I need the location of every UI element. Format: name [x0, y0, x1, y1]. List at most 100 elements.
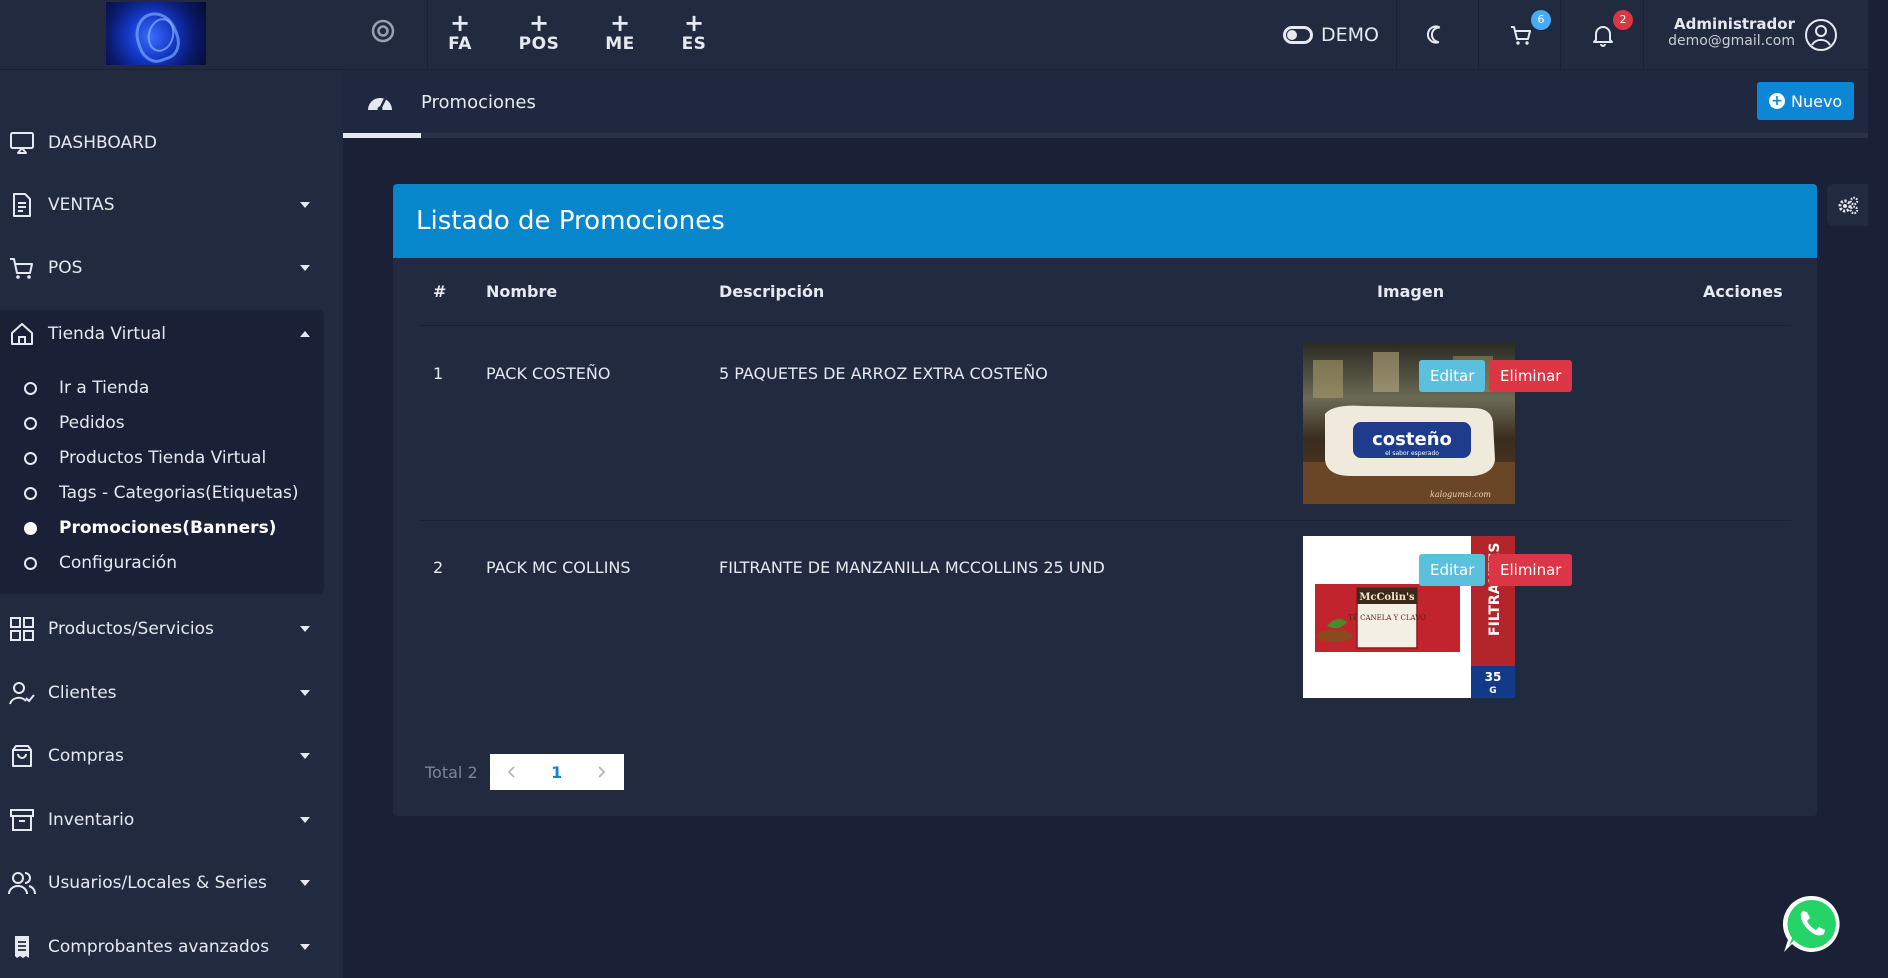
chevron-right-icon[interactable] — [595, 766, 607, 778]
plus-circle-icon: + — [1769, 93, 1785, 109]
chevron-left-icon[interactable] — [506, 766, 518, 778]
circle-icon — [24, 556, 37, 570]
sidebar-item-clientes[interactable]: Clientes — [0, 665, 324, 721]
grid-icon — [10, 617, 34, 641]
column-header-nombre: Nombre — [486, 282, 558, 301]
table-divider — [419, 520, 1791, 521]
archive-icon — [10, 809, 34, 831]
sidebar-item-inventario[interactable]: Inventario — [0, 792, 324, 848]
row-description: 5 PAQUETES DE ARROZ EXTRA COSTEÑO — [719, 364, 1048, 383]
monitor-icon — [10, 132, 34, 154]
receipt-icon — [15, 936, 29, 958]
plus-icon: + — [449, 9, 471, 37]
edit-button[interactable]: Editar — [1419, 554, 1486, 586]
row-name: PACK MC COLLINS — [486, 558, 631, 577]
sidebar-item-comprobantes[interactable]: Comprobantes avanzados — [0, 919, 324, 975]
table-divider — [419, 325, 1791, 326]
quick-add-es[interactable]: + ES — [664, 9, 724, 54]
user-menu[interactable]: Administrador demo@gmail.com — [1650, 15, 1795, 49]
filled-circle-icon — [24, 521, 37, 535]
moon-icon[interactable] — [1424, 22, 1450, 48]
plus-icon: + — [528, 9, 550, 37]
bell-icon[interactable] — [1590, 22, 1616, 48]
page-header: Promociones + Nuevo — [343, 70, 1868, 138]
cart-icon — [10, 258, 33, 279]
user-email: demo@gmail.com — [1668, 33, 1795, 49]
image-product-text: TÉ CANELA Y CLAVO — [1348, 613, 1426, 622]
sidebar-item-compras[interactable]: Compras — [0, 728, 324, 784]
demo-label: DEMO — [1321, 24, 1379, 46]
speedometer-icon — [368, 98, 392, 112]
plus-icon: + — [683, 9, 705, 37]
sidebar-sub-ir-a-tienda[interactable]: Ir a Tienda — [24, 373, 149, 403]
delete-button[interactable]: Eliminar — [1489, 360, 1573, 392]
chevron-up-icon — [300, 331, 310, 337]
shopping-bag-icon — [12, 745, 32, 767]
pager-controls: 1 — [489, 754, 624, 790]
page-title: Promociones — [421, 92, 536, 113]
row-number: 2 — [433, 558, 444, 577]
sidebar-item-tienda-virtual[interactable]: Tienda Virtual — [0, 306, 324, 362]
column-header-descripcion: Descripción — [719, 282, 825, 301]
sidebar-item-productos-servicios[interactable]: Productos/Servicios — [0, 601, 324, 657]
quick-add-fa[interactable]: + FA — [430, 9, 490, 54]
page-number[interactable]: 1 — [551, 763, 562, 782]
circle-icon — [24, 486, 37, 500]
gears-icon — [1838, 196, 1859, 215]
pagination: Total 2 1 — [425, 754, 624, 790]
user-name: Administrador — [1674, 15, 1795, 33]
divider — [1643, 0, 1644, 70]
chevron-down-icon — [300, 202, 310, 208]
sidebar-sub-tags[interactable]: Tags - Categorias(Etiquetas) — [24, 478, 299, 508]
column-header-acciones: Acciones — [1703, 282, 1783, 301]
image-tagline-text: el sabor esperado — [1385, 450, 1439, 457]
whatsapp-icon[interactable] — [1780, 892, 1844, 956]
target-icon[interactable] — [370, 18, 396, 44]
chevron-down-icon — [300, 817, 310, 823]
total-count: Total 2 — [425, 762, 478, 782]
sidebar-item-usuarios[interactable]: Usuarios/Locales & Series — [0, 855, 324, 911]
home-icon — [11, 323, 33, 345]
divider — [427, 0, 428, 70]
quick-add-me[interactable]: + ME — [590, 9, 650, 54]
edit-button[interactable]: Editar — [1419, 360, 1486, 392]
sidebar-item-ventas[interactable]: VENTAS — [0, 177, 324, 233]
notification-badge: 2 — [1613, 10, 1633, 30]
plus-icon: + — [609, 9, 631, 37]
cart-badge: 6 — [1531, 10, 1551, 30]
divider — [1396, 0, 1397, 70]
toggle-icon — [1283, 26, 1313, 44]
top-bar: + FA + POS + ME + ES DEMO 6 2 Administra… — [0, 0, 1868, 70]
users-icon — [8, 872, 36, 895]
column-header-num: # — [433, 282, 447, 301]
column-header-imagen: Imagen — [1377, 282, 1445, 301]
card-header: Listado de Promociones — [393, 184, 1817, 258]
document-icon — [13, 193, 31, 217]
promotions-card: Listado de Promociones # Nombre Descripc… — [393, 184, 1817, 816]
row-name: PACK COSTEÑO — [486, 364, 611, 383]
app-logo[interactable] — [106, 2, 206, 65]
demo-toggle[interactable]: DEMO — [1283, 22, 1379, 48]
new-button[interactable]: + Nuevo — [1757, 82, 1855, 120]
card-title: Listado de Promociones — [416, 206, 725, 236]
quick-add-pos[interactable]: + POS — [509, 9, 569, 54]
sidebar-item-dashboard[interactable]: DASHBOARD — [0, 115, 324, 171]
sidebar-sub-promociones[interactable]: Promociones(Banners) — [24, 513, 276, 543]
cart-icon[interactable] — [1508, 22, 1534, 48]
chevron-down-icon — [300, 944, 310, 950]
row-number: 1 — [433, 364, 444, 383]
sidebar-item-pos[interactable]: POS — [0, 240, 324, 296]
sidebar-sub-productos-tienda[interactable]: Productos Tienda Virtual — [24, 443, 266, 473]
delete-button[interactable]: Eliminar — [1489, 554, 1573, 586]
sidebar-sub-pedidos[interactable]: Pedidos — [24, 408, 125, 438]
image-weight-text: 35 — [1485, 670, 1502, 684]
image-brand-text: costeño — [1372, 429, 1452, 450]
avatar-icon[interactable] — [1804, 18, 1838, 52]
sidebar-sub-configuracion[interactable]: Configuración — [24, 548, 177, 578]
row-description: FILTRANTE DE MANZANILLA MCCOLLINS 25 UND — [719, 558, 1105, 577]
sidebar: DASHBOARD VENTAS POS Tienda Virtual Ir a… — [0, 70, 343, 978]
settings-tab[interactable] — [1827, 184, 1868, 226]
image-unit-text: G — [1489, 686, 1496, 696]
divider — [1478, 0, 1479, 70]
image-watermark-text: kalogumsi.com — [1430, 490, 1491, 499]
